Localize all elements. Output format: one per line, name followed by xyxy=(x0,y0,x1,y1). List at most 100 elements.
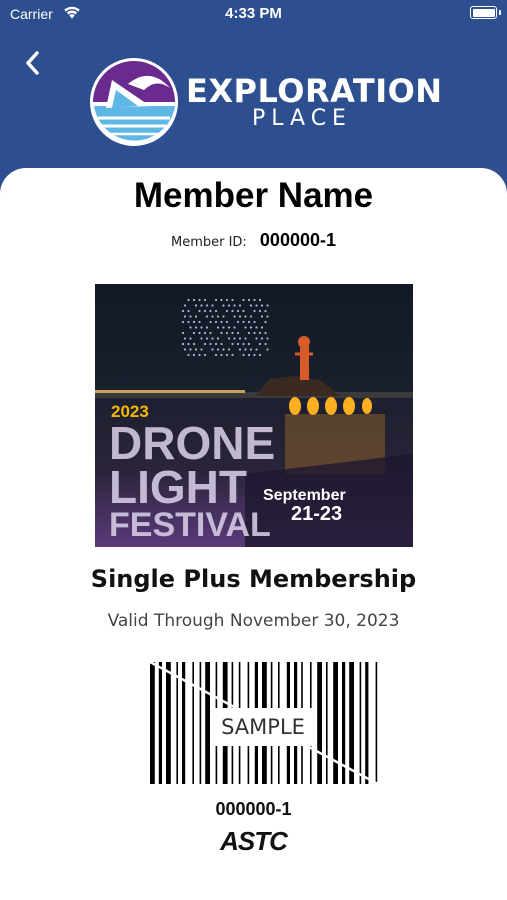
drone-light-dot xyxy=(209,309,212,313)
barcode-bar xyxy=(365,662,369,784)
drone-light-dot xyxy=(198,353,201,357)
valid-through: Valid Through November 30, 2023 xyxy=(107,611,400,631)
drone-light-dot xyxy=(233,326,236,329)
barcode-bar xyxy=(176,662,178,784)
status-time: 4:33 PM xyxy=(225,5,282,22)
drone-light-dot xyxy=(238,315,242,318)
drone-light-dot xyxy=(231,353,234,357)
drone-light-dot xyxy=(200,304,203,307)
back-button[interactable] xyxy=(18,48,48,78)
drone-light-dot xyxy=(189,326,192,329)
member-id-row: Member ID: 000000-1 xyxy=(0,230,507,251)
drone-light-dot xyxy=(220,353,223,357)
drone-light-dot xyxy=(233,315,236,318)
barcode-bar xyxy=(158,662,162,784)
drone-light-dot xyxy=(225,353,229,357)
logo-word-place: PLACE xyxy=(252,106,352,131)
drone-light-dot xyxy=(238,348,242,351)
drone-light-dot xyxy=(233,304,236,307)
drone-light-dot xyxy=(189,315,192,318)
drone-light-dot xyxy=(181,320,185,324)
drone-light-dot xyxy=(247,320,251,324)
drone-light-dot xyxy=(209,320,212,324)
drone-light-dot xyxy=(260,337,264,340)
drone-light-dot xyxy=(227,304,231,307)
drone-light-dot xyxy=(260,326,264,329)
promo-title-line-2: LIGHT xyxy=(109,461,247,513)
drone-light-dot xyxy=(258,342,262,346)
drone-light-dot xyxy=(216,326,220,329)
barcode-bar xyxy=(150,662,155,784)
drone-light-dot xyxy=(260,304,264,307)
drone-light-dot xyxy=(231,309,234,313)
header: Carrier 4:33 PM EXPLORATION PLACE xyxy=(0,0,507,175)
drone-light-dot xyxy=(181,309,185,313)
drone-light-dot xyxy=(216,315,220,318)
drone-light-dot xyxy=(194,304,198,307)
drone-light-dot xyxy=(247,298,251,302)
drone-light-dot xyxy=(211,337,214,340)
drone-light-dot xyxy=(242,309,245,313)
drone-light-dot xyxy=(227,348,231,351)
drone-light-dot xyxy=(249,326,253,329)
drone-light-dot xyxy=(187,342,190,346)
drone-light-dot xyxy=(183,315,187,318)
barcode-bar xyxy=(359,662,362,784)
drone-light-dot xyxy=(266,304,269,307)
drone-light-dot xyxy=(189,348,192,351)
drone-light-dot xyxy=(264,342,267,346)
drone-light-dot xyxy=(249,304,253,307)
drone-light-dot xyxy=(231,342,234,346)
membership-plan: Single Plus Membership xyxy=(90,565,417,593)
drone-light-dot xyxy=(192,353,196,357)
promo-title-line-3: FESTIVAL xyxy=(109,506,271,544)
drone-light-dot xyxy=(227,337,231,340)
drone-light-dot xyxy=(200,326,203,329)
drone-light-dot xyxy=(183,304,187,307)
drone-light-dot xyxy=(205,326,209,329)
promo-date-days: 21-23 xyxy=(291,503,343,525)
drone-light-dot xyxy=(242,320,245,324)
drone-light-dot xyxy=(233,337,236,340)
drone-light-dot xyxy=(203,353,207,357)
drone-light-dot xyxy=(247,342,251,346)
drone-light-dot xyxy=(214,320,218,324)
barcode-bar xyxy=(333,662,338,784)
drone-light-dot xyxy=(198,298,201,302)
drone-light-dot xyxy=(220,342,223,346)
drone-light-dot xyxy=(183,337,187,340)
barcode-bar xyxy=(166,662,171,784)
drone-light-dot xyxy=(264,331,267,335)
astc-logo: ASTC xyxy=(220,826,288,856)
drone-light-dot xyxy=(258,331,262,335)
battery-icon xyxy=(470,6,501,19)
drone-light-dot xyxy=(238,337,242,340)
status-bar: Carrier 4:33 PM xyxy=(0,0,507,30)
drone-light-dot xyxy=(255,337,258,340)
drone-light-dot xyxy=(225,309,229,313)
drone-light-dot xyxy=(192,331,196,335)
drone-light-dot xyxy=(249,315,253,318)
drone-light-dot xyxy=(238,304,242,307)
drone-light-dot xyxy=(244,326,247,329)
drone-light-dot xyxy=(231,331,234,335)
drone-light-dot xyxy=(222,315,225,318)
drone-light-dot xyxy=(253,298,256,302)
member-id-value: 000000-1 xyxy=(259,230,336,250)
drone-light-dot xyxy=(258,353,262,357)
barcode-bar xyxy=(317,662,322,784)
drone-light-dot xyxy=(225,320,229,324)
drone-light-dot xyxy=(258,309,262,313)
drone-light-dot xyxy=(203,298,207,302)
drone-light-dot xyxy=(222,348,225,351)
drone-light-dot xyxy=(192,320,196,324)
drone-light-dot xyxy=(253,309,256,313)
drone-light-dot xyxy=(181,331,185,335)
drone-light-dot xyxy=(242,342,245,346)
exploration-place-logo: EXPLORATION PLACE xyxy=(88,56,442,148)
drone-light-dot xyxy=(214,342,218,346)
drone-light-dot xyxy=(183,348,187,351)
drone-light-dot xyxy=(227,326,231,329)
drone-light-dot xyxy=(236,320,240,324)
drone-light-dot xyxy=(255,304,258,307)
